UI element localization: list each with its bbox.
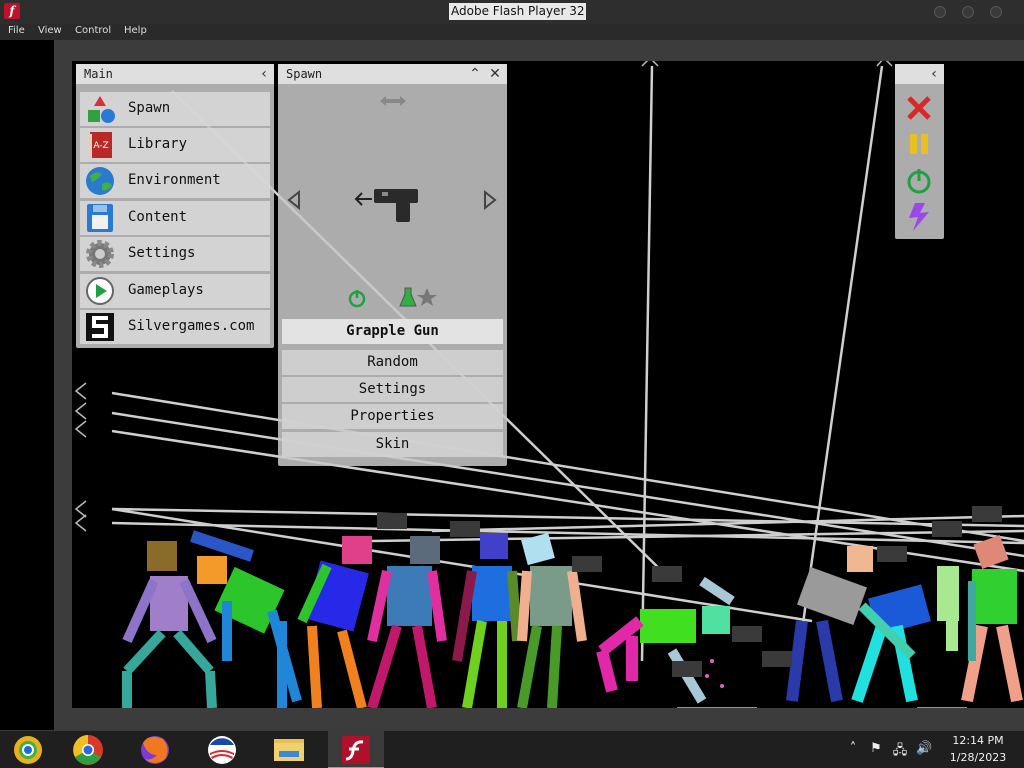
show-hidden-icons-icon[interactable]: ˄ bbox=[845, 741, 861, 757]
minimize-button[interactable] bbox=[934, 6, 946, 18]
spawn-settings-button[interactable]: Settings bbox=[282, 377, 503, 402]
flash-app-icon: f bbox=[4, 3, 20, 19]
chrome-canary-icon bbox=[14, 736, 42, 764]
main-panel-title: Main bbox=[84, 67, 113, 81]
flask-star-icon[interactable] bbox=[399, 286, 439, 308]
red-x-icon[interactable] bbox=[905, 94, 933, 122]
menu-item-spawn[interactable]: Spawn bbox=[80, 92, 270, 126]
menu-item-library[interactable]: A-Z Library bbox=[80, 128, 270, 162]
window-title-bar: f Adobe Flash Player 32 bbox=[0, 0, 1024, 24]
chrome-icon bbox=[73, 735, 103, 765]
spawn-panel-header: Spawn ⌃ ✕ bbox=[278, 64, 507, 84]
gear-icon bbox=[86, 240, 114, 268]
globe-icon bbox=[86, 167, 114, 195]
menu-item-gameplays[interactable]: Gameplays bbox=[80, 274, 270, 308]
close-icon[interactable]: ✕ bbox=[485, 64, 505, 84]
collapse-chevron-icon[interactable]: ‹ bbox=[924, 64, 944, 84]
random-button[interactable]: Random bbox=[282, 350, 503, 375]
tools-panel-header: ‹ bbox=[895, 64, 944, 84]
menu-item-label: Settings bbox=[128, 245, 196, 261]
shapes-icon bbox=[88, 96, 115, 123]
spawn-toggle-power-icon[interactable] bbox=[347, 288, 367, 308]
resize-arrows-icon[interactable] bbox=[378, 94, 408, 108]
menu-help[interactable]: Help bbox=[124, 25, 147, 36]
collapse-chevron-icon[interactable]: ‹ bbox=[254, 64, 274, 84]
collapse-up-icon[interactable]: ⌃ bbox=[465, 64, 485, 84]
menu-item-label: Environment bbox=[128, 172, 221, 188]
previous-item-icon[interactable] bbox=[286, 190, 302, 210]
pause-icon[interactable] bbox=[907, 132, 931, 156]
window-title: Adobe Flash Player 32 bbox=[449, 3, 587, 20]
chrome-taskbar-app[interactable] bbox=[60, 731, 116, 768]
properties-button[interactable]: Properties bbox=[282, 404, 503, 429]
stage-margin bbox=[0, 40, 54, 730]
menu-item-label: Gameplays bbox=[128, 282, 204, 298]
menu-item-label: Library bbox=[128, 136, 188, 152]
clock-time[interactable]: 12:14 PM bbox=[950, 734, 1006, 747]
menu-item-label: Spawn bbox=[128, 100, 171, 116]
menu-view[interactable]: View bbox=[38, 25, 62, 36]
menu-bar: File View Control Help bbox=[0, 24, 1024, 40]
menu-item-label: Content bbox=[128, 209, 188, 225]
tools-panel: ‹ bbox=[895, 64, 944, 239]
obama-app-taskbar-app[interactable] bbox=[194, 731, 250, 768]
clock-date[interactable]: 1/28/2023 bbox=[945, 751, 1011, 764]
lightning-icon[interactable] bbox=[905, 202, 933, 232]
file-explorer-taskbar-app[interactable] bbox=[261, 731, 317, 768]
book-icon: A-Z bbox=[88, 132, 112, 158]
desktop-screen: f Adobe Flash Player 32 File View Contro… bbox=[0, 0, 1024, 768]
main-panel: Main ‹ Spawn A-Z Library Environment Con… bbox=[76, 64, 274, 348]
firefox-taskbar-app[interactable] bbox=[127, 731, 183, 768]
folder-icon bbox=[274, 739, 304, 761]
chrome-canary-taskbar-app[interactable] bbox=[0, 731, 56, 768]
menu-item-environment[interactable]: Environment bbox=[80, 164, 270, 198]
grapple-gun-preview-icon bbox=[354, 189, 418, 222]
floppy-disk-icon bbox=[87, 204, 113, 232]
network-icon[interactable]: 🖧 bbox=[892, 741, 908, 758]
menu-item-silvergames[interactable]: Silvergames.com bbox=[80, 310, 270, 344]
pink-particles bbox=[677, 659, 967, 708]
menu-item-settings[interactable]: Settings bbox=[80, 237, 270, 271]
menu-file[interactable]: File bbox=[8, 25, 25, 36]
spawn-panel: Spawn ⌃ ✕ Grapple Gun Random Settings Pr… bbox=[278, 64, 507, 466]
flash-player-taskbar-app[interactable] bbox=[328, 731, 384, 768]
play-icon bbox=[86, 277, 114, 305]
obama-logo-icon bbox=[208, 736, 236, 764]
flash-player-icon bbox=[342, 736, 370, 764]
volume-icon[interactable]: 🔊 bbox=[916, 741, 932, 757]
svg-text:A-Z: A-Z bbox=[93, 141, 108, 151]
menu-item-label: Silvergames.com bbox=[128, 318, 255, 334]
main-panel-header: Main ‹ bbox=[76, 64, 274, 84]
menu-control[interactable]: Control bbox=[75, 25, 111, 36]
power-icon[interactable] bbox=[905, 167, 933, 195]
selected-item-label[interactable]: Grapple Gun bbox=[282, 319, 503, 344]
maximize-button[interactable] bbox=[962, 6, 974, 18]
silvergames-logo-icon bbox=[86, 313, 114, 341]
menu-item-content[interactable]: Content bbox=[80, 201, 270, 235]
next-item-icon[interactable] bbox=[482, 190, 498, 210]
spawn-panel-title: Spawn bbox=[286, 67, 323, 81]
close-window-button[interactable] bbox=[990, 6, 1002, 18]
firefox-icon bbox=[141, 736, 169, 764]
taskbar: ˄ ⚑ 🖧 🔊 12:14 PM 1/28/2023 bbox=[0, 730, 1024, 768]
flag-icon[interactable]: ⚑ bbox=[868, 741, 884, 757]
skin-button[interactable]: Skin bbox=[282, 432, 503, 457]
